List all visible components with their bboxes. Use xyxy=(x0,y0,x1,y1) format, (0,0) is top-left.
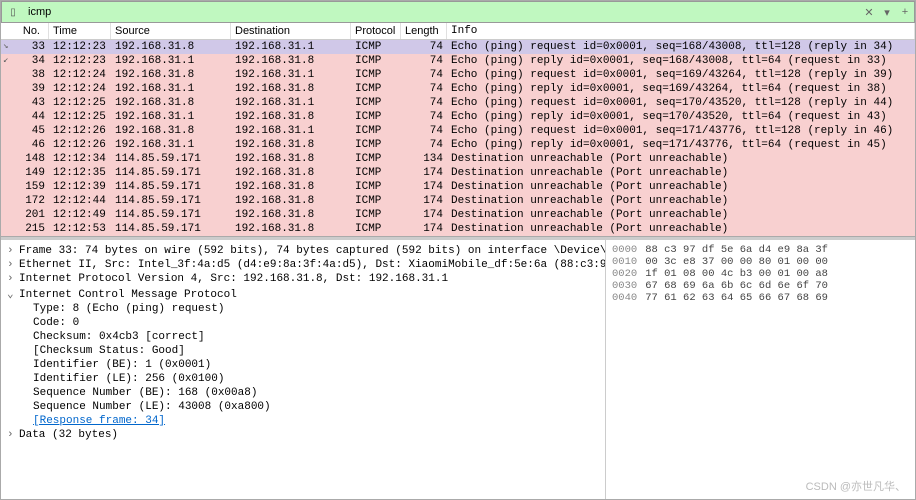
packet-row[interactable]: 15912:12:39114.85.59.171192.168.31.8ICMP… xyxy=(1,180,915,194)
tree-detail-line[interactable]: Sequence Number (BE): 168 (0x00a8) xyxy=(7,386,599,400)
watermark-text: CSDN @亦世凡华、 xyxy=(806,478,906,494)
tree-detail-line[interactable]: Code: 0 xyxy=(7,316,599,330)
packet-row[interactable]: ↘3312:12:23192.168.31.8192.168.31.1ICMP7… xyxy=(1,40,915,54)
packet-row[interactable]: 4512:12:26192.168.31.8192.168.31.1ICMP74… xyxy=(1,124,915,138)
display-filter-input[interactable] xyxy=(24,4,860,20)
packet-row[interactable]: 4412:12:25192.168.31.1192.168.31.8ICMP74… xyxy=(1,110,915,124)
col-header-destination[interactable]: Destination xyxy=(231,23,351,39)
tree-detail-line[interactable]: Identifier (BE): 1 (0x0001) xyxy=(7,358,599,372)
tree-detail-line[interactable]: Checksum: 0x4cb3 [correct] xyxy=(7,330,599,344)
tree-ethernet[interactable]: ›Ethernet II, Src: Intel_3f:4a:d5 (d4:e9… xyxy=(7,258,599,272)
add-filter-icon[interactable]: + xyxy=(896,3,914,21)
tree-frame[interactable]: ›Frame 33: 74 bytes on wire (592 bits), … xyxy=(7,244,599,258)
clear-filter-icon[interactable]: ✕ xyxy=(860,3,878,21)
col-header-source[interactable]: Source xyxy=(111,23,231,39)
packet-row[interactable]: 20112:12:49114.85.59.171192.168.31.8ICMP… xyxy=(1,208,915,222)
hex-line[interactable]: 00201f 01 08 00 4c b3 00 01 00 a8 xyxy=(612,268,909,280)
bookmark-icon[interactable]: ▯ xyxy=(6,5,20,19)
tree-detail-line[interactable]: Type: 8 (Echo (ping) request) xyxy=(7,302,599,316)
packet-row[interactable]: 3912:12:24192.168.31.1192.168.31.8ICMP74… xyxy=(1,82,915,96)
col-header-length[interactable]: Length xyxy=(401,23,447,39)
hex-line[interactable]: 001000 3c e8 37 00 00 80 01 00 00 xyxy=(612,256,909,268)
packet-list-header: No. Time Source Destination Protocol Len… xyxy=(1,23,915,40)
packet-row[interactable]: 17212:12:44114.85.59.171192.168.31.8ICMP… xyxy=(1,194,915,208)
hex-line[interactable]: 000088 c3 97 df 5e 6a d4 e9 8a 3f xyxy=(612,244,909,256)
packet-row[interactable]: 14812:12:34114.85.59.171192.168.31.8ICMP… xyxy=(1,152,915,166)
expand-icon[interactable]: › xyxy=(7,259,19,271)
packet-details-pane[interactable]: ›Frame 33: 74 bytes on wire (592 bits), … xyxy=(1,240,605,499)
packet-row[interactable]: 4312:12:25192.168.31.8192.168.31.1ICMP74… xyxy=(1,96,915,110)
expand-icon[interactable]: › xyxy=(7,273,19,285)
col-header-protocol[interactable]: Protocol xyxy=(351,23,401,39)
packet-row[interactable]: ↙3412:12:23192.168.31.1192.168.31.8ICMP7… xyxy=(1,54,915,68)
col-header-info[interactable]: Info xyxy=(447,23,915,39)
packet-list-pane: No. Time Source Destination Protocol Len… xyxy=(1,23,915,237)
display-filter-bar: ▯ ✕ ▾ + xyxy=(1,1,915,23)
filter-dropdown-icon[interactable]: ▾ xyxy=(878,3,896,21)
tree-detail-line[interactable]: Identifier (LE): 256 (0x0100) xyxy=(7,372,599,386)
hex-line[interactable]: 003067 68 69 6a 6b 6c 6d 6e 6f 70 xyxy=(612,280,909,292)
tree-ip[interactable]: ›Internet Protocol Version 4, Src: 192.1… xyxy=(7,272,599,286)
col-header-no[interactable]: No. xyxy=(1,23,49,39)
packet-row[interactable]: 14912:12:35114.85.59.171192.168.31.8ICMP… xyxy=(1,166,915,180)
tree-detail-line[interactable]: Sequence Number (LE): 43008 (0xa800) xyxy=(7,400,599,414)
tree-detail-line[interactable]: [Checksum Status: Good] xyxy=(7,344,599,358)
packet-bytes-pane[interactable]: 000088 c3 97 df 5e 6a d4 e9 8a 3f001000 … xyxy=(605,240,915,499)
tree-icmp[interactable]: ⌄Internet Control Message Protocol xyxy=(7,286,599,302)
expand-icon[interactable]: › xyxy=(7,429,19,441)
col-header-time[interactable]: Time xyxy=(49,23,111,39)
hex-line[interactable]: 004077 61 62 63 64 65 66 67 68 69 xyxy=(612,292,909,304)
packet-row[interactable]: 21512:12:53114.85.59.171192.168.31.8ICMP… xyxy=(1,222,915,236)
tree-response-frame[interactable]: [Response frame: 34] xyxy=(7,414,599,428)
expand-icon[interactable]: › xyxy=(7,245,19,257)
tree-data[interactable]: ›Data (32 bytes) xyxy=(7,428,599,442)
packet-row[interactable]: 4612:12:26192.168.31.1192.168.31.8ICMP74… xyxy=(1,138,915,152)
packet-row[interactable]: 3812:12:24192.168.31.8192.168.31.1ICMP74… xyxy=(1,68,915,82)
collapse-icon[interactable]: ⌄ xyxy=(7,287,19,301)
